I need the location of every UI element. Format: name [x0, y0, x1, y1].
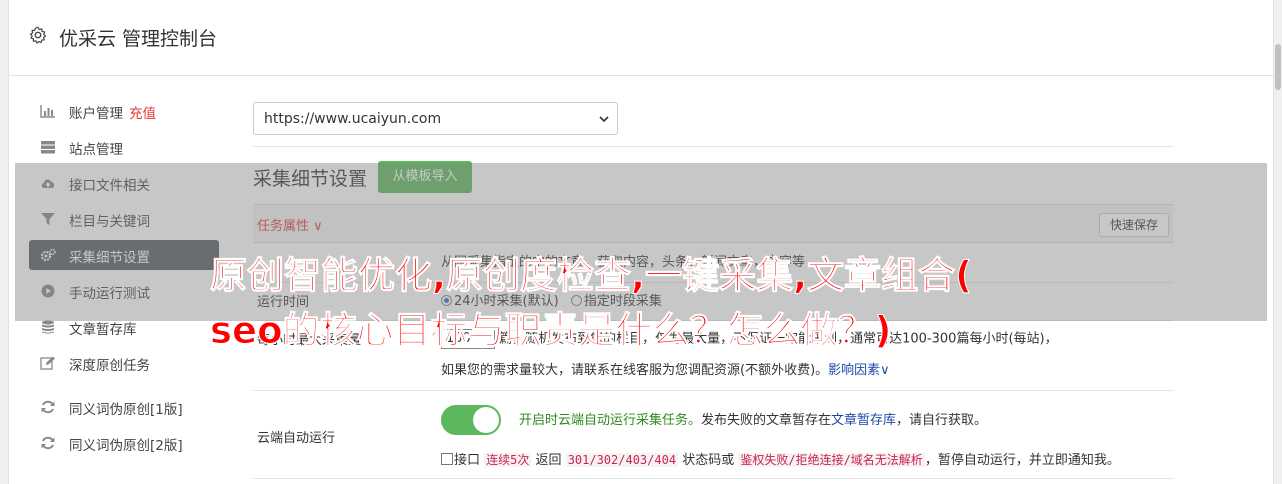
- table-row: 云端自动运行 开启时云端自动运行采集任务。发布失败的文章暂存在文章暂存库，请自行…: [253, 391, 1173, 479]
- page-title: 优采云 管理控制台: [59, 28, 218, 50]
- edit-icon: [40, 356, 55, 370]
- cloud-auto-run-label: 云端自动运行: [257, 431, 336, 446]
- influence-factors-link[interactable]: 影响因素: [828, 363, 880, 378]
- sidebar-item-synonym-v2[interactable]: 同义词伪原创[2版]: [29, 428, 219, 458]
- sidebar-item-synonym-v1[interactable]: 同义词伪原创[1版]: [29, 392, 219, 422]
- site-select-value: https://www.ucaiyun.com: [264, 111, 442, 127]
- chevron-down-icon: ∨: [880, 363, 890, 378]
- gear-icon: [29, 26, 47, 44]
- sidebar-item-label: 同义词伪原创[1版]: [69, 402, 183, 418]
- cloud-auto-run-toggle[interactable]: [441, 405, 501, 435]
- refresh-icon: [41, 400, 55, 414]
- chevron-down-icon: [599, 116, 609, 123]
- sidebar-item-deep-original[interactable]: 深度原创任务: [29, 348, 219, 378]
- overlay-title-line2: seo的核心目标与职责是什么？怎么做？): [209, 309, 892, 353]
- sidebar-item-account[interactable]: 账户管理 充值: [29, 96, 219, 126]
- overlay-title-line1: 原创智能优化,原创度检查,一键采集,文章组合(: [209, 254, 973, 298]
- toggle-knob: [473, 407, 499, 433]
- header: 优采云 管理控制台: [9, 0, 1275, 76]
- sidebar-item-label: 站点管理: [69, 142, 123, 158]
- sidebar-item-label: 文章暂存库: [69, 322, 137, 338]
- pause-on-error-checkbox[interactable]: [441, 453, 453, 465]
- sidebar-item-sites[interactable]: 站点管理: [29, 132, 219, 162]
- scrollbar[interactable]: [1274, 0, 1282, 484]
- sidebar-item-label: 深度原创任务: [69, 358, 150, 374]
- page: 优采云 管理控制台 账户管理 充值 站点管理 接口文件相关 栏目与关键词 采集细节…: [0, 0, 1282, 484]
- server-icon: [41, 141, 55, 154]
- recharge-link[interactable]: 充值: [129, 106, 156, 122]
- refresh-icon: [41, 436, 55, 450]
- max-per-hour-note: 如果您的需求量较大，请联系在线客服为您调配资源(不额外收费)。: [441, 363, 829, 378]
- divider: [253, 146, 1173, 147]
- article-store-link[interactable]: 文章暂存库: [831, 413, 896, 428]
- sidebar-item-label: 账户管理: [69, 106, 123, 122]
- scrollbar-thumb[interactable]: [1275, 44, 1281, 90]
- bar-chart-icon: [40, 105, 55, 118]
- site-select[interactable]: https://www.ucaiyun.com: [253, 102, 618, 135]
- sidebar-item-label: 同义词伪原创[2版]: [69, 438, 183, 454]
- database-icon: [42, 320, 54, 334]
- cloud-auto-run-desc: 开启时云端自动运行采集任务。: [519, 413, 702, 428]
